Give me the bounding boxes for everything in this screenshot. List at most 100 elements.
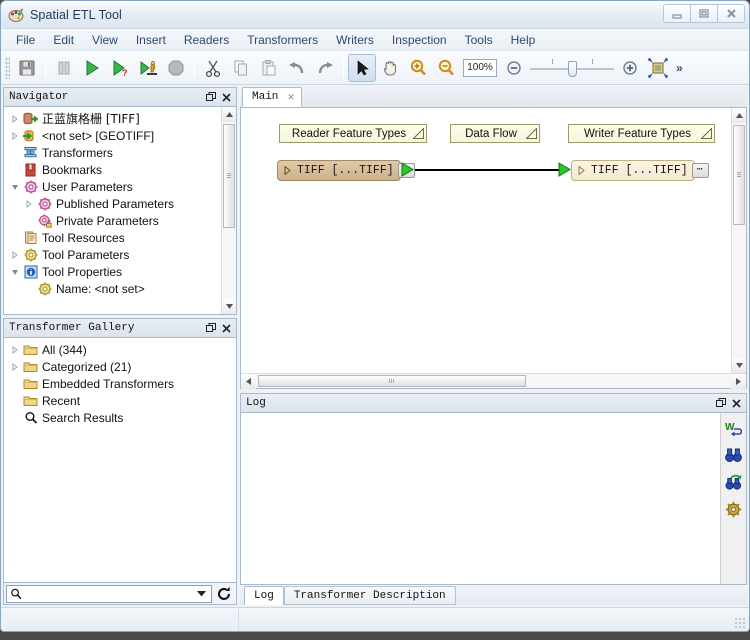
toolbar-grip[interactable] — [5, 56, 10, 79]
run-with-prompt-button[interactable]: ? — [106, 54, 134, 82]
resize-corner-icon[interactable] — [525, 127, 537, 139]
tab-log[interactable]: Log — [244, 586, 284, 605]
tree-item-writer-dataset[interactable]: <not set> [GEOTIFF] — [4, 127, 221, 144]
gallery-tree[interactable]: All (344) Categorized (21) Embedded Tran… — [4, 338, 236, 582]
canvas-vertical-scrollbar[interactable] — [731, 108, 746, 373]
find-next-button[interactable] — [725, 473, 743, 491]
redo-button[interactable] — [311, 54, 339, 82]
scroll-down-icon[interactable] — [732, 358, 746, 373]
scrollbar-track[interactable] — [256, 374, 731, 388]
expander-collapsed-icon[interactable] — [8, 114, 22, 123]
menu-help[interactable]: Help — [502, 30, 545, 50]
navigator-tree[interactable]: 正蓝旗格栅 [TIFF] <not set> [GEOTIFF] Transfo… — [4, 107, 221, 314]
search-field[interactable] — [6, 584, 212, 603]
menu-view[interactable]: View — [83, 30, 127, 50]
log-settings-button[interactable] — [725, 500, 743, 518]
expander-collapsed-icon[interactable] — [8, 362, 22, 371]
expander-expanded-icon[interactable] — [8, 268, 22, 276]
gallery-item-all[interactable]: All (344) — [4, 341, 236, 358]
resize-gripper[interactable] — [734, 617, 746, 629]
gallery-close-button[interactable] — [219, 321, 233, 335]
expander-expanded-icon[interactable] — [8, 183, 22, 191]
expander-collapsed-icon[interactable] — [8, 345, 22, 354]
close-button[interactable] — [717, 4, 745, 23]
tree-item-transformers[interactable]: Transformers — [4, 144, 221, 161]
run-button[interactable] — [78, 54, 106, 82]
scrollbar-thumb[interactable] — [223, 124, 235, 228]
triangle-right-icon[interactable] — [575, 166, 587, 175]
close-icon[interactable]: ✕ — [285, 90, 296, 104]
gallery-float-button[interactable] — [204, 321, 218, 335]
reader-output-port-icon[interactable] — [401, 162, 415, 180]
navigator-float-button[interactable] — [204, 90, 218, 104]
scrollbar-track[interactable] — [222, 122, 236, 299]
data-connection-line[interactable] — [409, 169, 565, 171]
log-float-button[interactable] — [714, 396, 728, 410]
zoom-slider-thumb[interactable] — [568, 60, 577, 77]
menu-transformers[interactable]: Transformers — [238, 30, 327, 50]
copy-button[interactable] — [227, 54, 255, 82]
zoom-increase-button[interactable] — [616, 54, 644, 82]
canvas-horizontal-scrollbar[interactable] — [241, 373, 746, 389]
toolbar-overflow-button[interactable]: » — [676, 61, 683, 75]
tab-transformer-description[interactable]: Transformer Description — [283, 586, 456, 605]
zoom-out-button[interactable] — [432, 54, 460, 82]
resize-corner-icon[interactable] — [412, 127, 424, 139]
pause-button[interactable] — [50, 54, 78, 82]
expander-collapsed-icon[interactable] — [8, 131, 22, 140]
scroll-up-icon[interactable] — [222, 107, 236, 122]
tree-item-tool-parameters[interactable]: Tool Parameters — [4, 246, 221, 263]
gallery-item-categorized[interactable]: Categorized (21) — [4, 358, 236, 375]
zoom-slider[interactable] — [530, 57, 614, 79]
scrollbar-thumb[interactable] — [258, 375, 526, 387]
refresh-button[interactable] — [214, 584, 234, 604]
workflow-canvas[interactable]: Reader Feature Types Data Flow Writer Fe… — [241, 108, 731, 373]
save-button[interactable] — [13, 54, 41, 82]
expander-collapsed-icon[interactable] — [22, 199, 36, 208]
log-close-button[interactable] — [729, 396, 743, 410]
navigator-close-button[interactable] — [219, 90, 233, 104]
navigator-scrollbar[interactable] — [221, 107, 236, 314]
scroll-left-icon[interactable] — [241, 374, 256, 389]
maximize-button[interactable] — [690, 4, 718, 23]
tree-item-user-parameters[interactable]: User Parameters — [4, 178, 221, 195]
bookmark-reader-feature-types[interactable]: Reader Feature Types — [279, 124, 427, 143]
chevron-down-icon[interactable] — [197, 590, 206, 597]
stop-button[interactable] — [162, 54, 190, 82]
tab-main[interactable]: Main ✕ — [242, 87, 303, 107]
inspect-button[interactable] — [134, 54, 162, 82]
tree-item-reader-dataset[interactable]: 正蓝旗格栅 [TIFF] — [4, 110, 221, 127]
bookmark-writer-feature-types[interactable]: Writer Feature Types — [568, 124, 715, 143]
resize-corner-icon[interactable] — [700, 127, 712, 139]
search-input[interactable] — [25, 587, 197, 600]
scroll-right-icon[interactable] — [731, 374, 746, 389]
tree-item-tool-name[interactable]: Name: <not set> — [4, 280, 221, 297]
zoom-level-input[interactable]: 100% — [463, 58, 497, 77]
gallery-item-search-results[interactable]: Search Results — [4, 409, 236, 426]
zoom-decrease-button[interactable] — [500, 54, 528, 82]
undo-button[interactable] — [283, 54, 311, 82]
pan-tool-button[interactable] — [376, 54, 404, 82]
zoom-fit-button[interactable] — [644, 54, 672, 82]
reader-feature-type-node[interactable]: TIFF [...TIFF] ⋯ — [277, 160, 415, 181]
writer-input-port-icon[interactable] — [558, 162, 572, 180]
menu-insert[interactable]: Insert — [127, 30, 175, 50]
scroll-down-icon[interactable] — [222, 299, 236, 314]
writer-feature-type-node[interactable]: TIFF [...TIFF] ⋯ — [571, 160, 709, 181]
select-tool-button[interactable] — [348, 53, 376, 82]
bookmark-data-flow[interactable]: Data Flow — [450, 124, 540, 143]
gallery-item-embedded-transformers[interactable]: Embedded Transformers — [4, 375, 236, 392]
scrollbar-track[interactable] — [732, 123, 746, 358]
tree-item-tool-resources[interactable]: Tool Resources — [4, 229, 221, 246]
scroll-up-icon[interactable] — [732, 108, 746, 123]
menu-edit[interactable]: Edit — [44, 30, 83, 50]
menu-file[interactable]: File — [7, 30, 44, 50]
tree-item-tool-properties[interactable]: Tool Properties — [4, 263, 221, 280]
word-wrap-button[interactable]: W — [725, 419, 743, 437]
gallery-item-recent[interactable]: Recent — [4, 392, 236, 409]
menu-writers[interactable]: Writers — [327, 30, 383, 50]
menu-tools[interactable]: Tools — [456, 30, 502, 50]
scrollbar-thumb[interactable] — [733, 125, 745, 225]
tree-item-private-parameters[interactable]: Private Parameters — [4, 212, 221, 229]
tree-item-published-parameters[interactable]: Published Parameters — [4, 195, 221, 212]
